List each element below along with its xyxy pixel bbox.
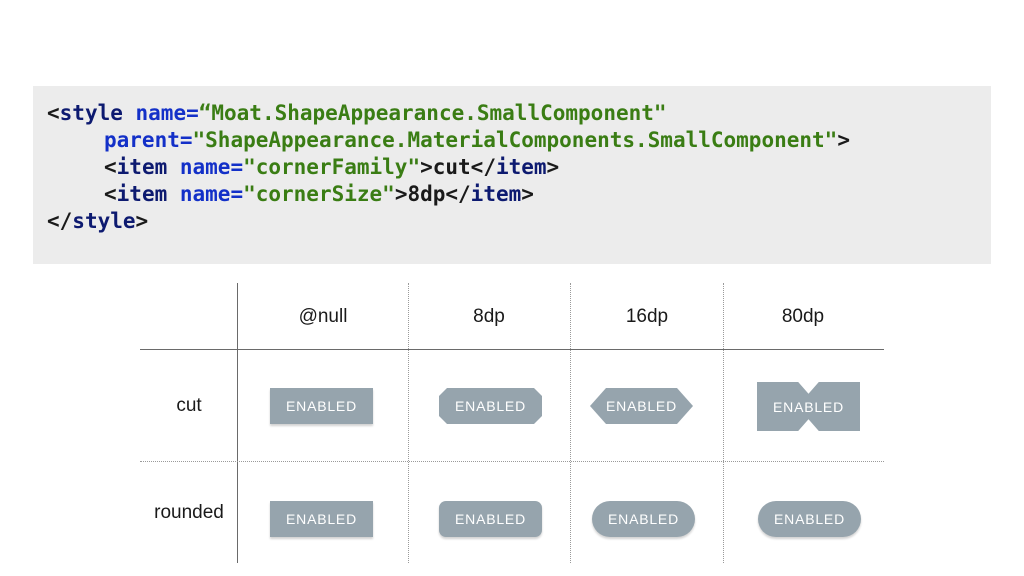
code-token: item [116, 155, 168, 179]
code-token: item [116, 182, 168, 206]
code-token: > [546, 155, 560, 179]
code-token: name= [122, 101, 199, 125]
enabled-button[interactable]: ENABLED [592, 501, 695, 537]
row-label: rounded [154, 502, 224, 523]
code-token: >8dp</ [394, 182, 471, 206]
code-token: “Moat.ShapeAppearance.SmallComponent" [198, 101, 667, 125]
code-token: "cornerFamily" [243, 155, 421, 179]
code-token: "ShapeAppearance.MaterialComponents.Smal… [192, 128, 838, 152]
code-line-2: parent="ShapeAppearance.MaterialComponen… [104, 127, 850, 154]
code-token: name= [167, 155, 244, 179]
code-token: parent= [104, 128, 193, 152]
enabled-button[interactable]: ENABLED [757, 382, 860, 431]
code-token: > [521, 182, 534, 206]
code-token: "cornerSize" [243, 182, 395, 206]
table-divider [140, 349, 884, 350]
code-token: item [470, 182, 522, 206]
code-token: item [495, 155, 547, 179]
code-token: name= [167, 182, 244, 206]
enabled-button[interactable]: ENABLED [439, 501, 542, 537]
code-token: < [104, 182, 117, 206]
enabled-button[interactable]: ENABLED [270, 501, 373, 537]
column-header: 8dp [473, 306, 505, 327]
code-line-4: <item name="cornerSize">8dp</item> [104, 181, 534, 208]
enabled-button[interactable]: ENABLED [758, 501, 861, 537]
column-header: 16dp [625, 306, 669, 327]
table-divider [408, 283, 409, 563]
column-header: @null [298, 306, 348, 327]
code-token: < [47, 101, 60, 125]
code-token: > [135, 209, 149, 233]
enabled-button[interactable]: ENABLED [590, 388, 693, 424]
enabled-button[interactable]: ENABLED [270, 388, 373, 424]
code-line-5: </style> [47, 208, 148, 235]
table-divider [140, 461, 884, 462]
code-line-1: <style name=“Moat.ShapeAppearance.SmallC… [47, 100, 667, 127]
code-token: >cut</ [420, 155, 496, 179]
column-header: 80dp [781, 306, 825, 327]
code-token: style [59, 101, 123, 125]
enabled-button[interactable]: ENABLED [439, 388, 542, 424]
code-token: </ [47, 209, 73, 233]
code-token: < [104, 155, 117, 179]
row-label: cut [176, 395, 202, 416]
code-token: style [72, 209, 136, 233]
code-token: > [837, 128, 850, 152]
table-divider [723, 283, 724, 563]
code-line-3: <item name="cornerFamily">cut</item> [104, 154, 559, 181]
table-divider [570, 283, 571, 563]
